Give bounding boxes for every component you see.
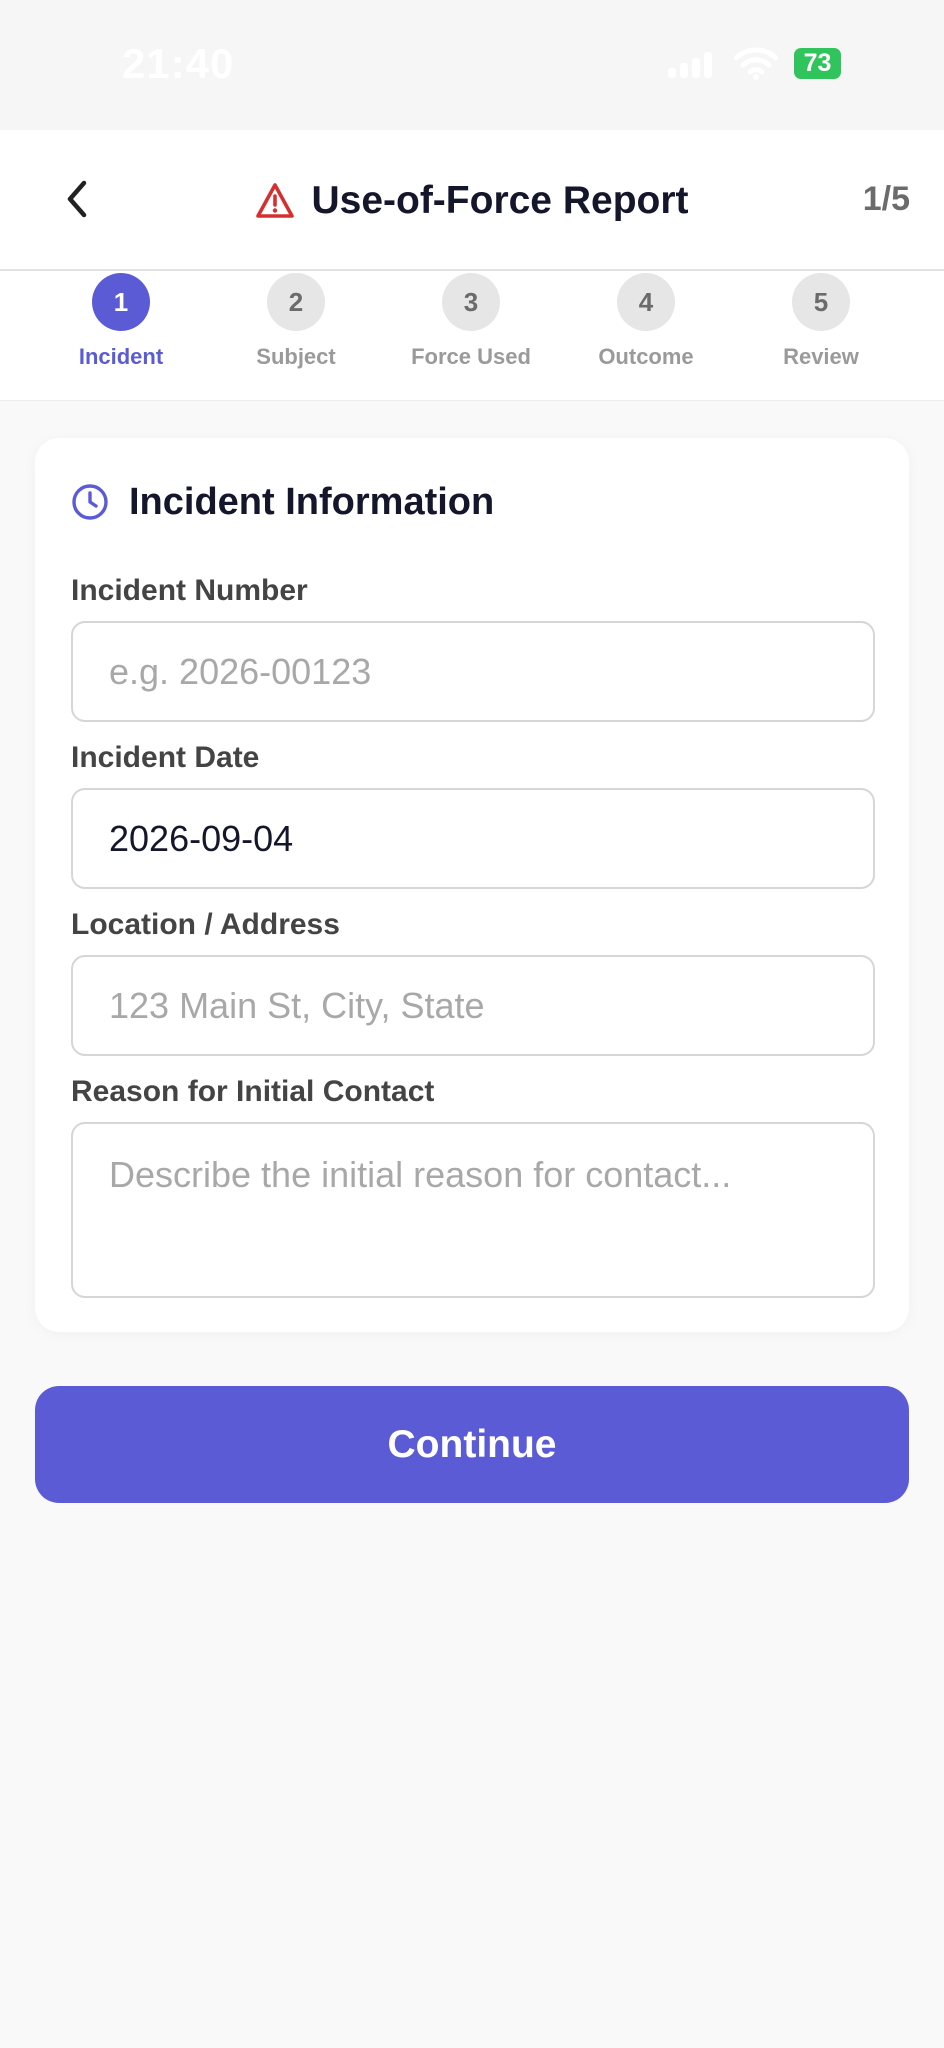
step-number: 2	[267, 273, 325, 331]
step-label: Review	[783, 344, 859, 369]
page-title: Use-of-Force Report	[311, 179, 689, 222]
location-label: Location / Address	[71, 908, 340, 941]
warning-triangle-icon	[256, 183, 295, 218]
step-label: Incident	[78, 344, 164, 369]
incident-date-label: Incident Date	[71, 741, 260, 774]
wifi-icon	[734, 47, 778, 80]
step-counter: 1/5	[862, 180, 910, 218]
header-title-group: Use-of-Force Report	[0, 174, 944, 228]
status-bar: 21:40 73	[0, 0, 944, 130]
status-time: 21:40	[122, 40, 235, 87]
step-outcome[interactable]: 4 Outcome	[566, 273, 726, 370]
step-label: Force Used	[411, 344, 531, 369]
location-input[interactable]	[71, 955, 875, 1056]
incident-information-card: Incident Information Incident Number Inc…	[35, 438, 909, 1332]
app-header: Use-of-Force Report 1/5	[0, 130, 944, 271]
clock-icon	[72, 484, 108, 520]
continue-button[interactable]: Continue	[35, 1386, 909, 1503]
step-incident[interactable]: 1 Incident	[41, 273, 201, 370]
incident-number-input[interactable]	[71, 621, 875, 722]
card-title: Incident Information	[129, 480, 495, 523]
reason-label: Reason for Initial Contact	[71, 1075, 435, 1108]
battery-indicator: 73	[794, 48, 841, 79]
step-subject[interactable]: 2 Subject	[216, 273, 376, 370]
step-label: Subject	[256, 344, 336, 369]
progress-stepper: 1 Incident 2 Subject 3 Force Used 4 Outc…	[0, 271, 944, 401]
incident-number-label: Incident Number	[71, 574, 308, 607]
screen: 21:40 73 Use-of-Force Report 1/5 1 Incid…	[0, 0, 944, 2048]
signal-icon	[668, 52, 714, 78]
step-review[interactable]: 5 Review	[741, 273, 901, 370]
step-label: Outcome	[598, 344, 694, 369]
step-number: 5	[792, 273, 850, 331]
step-number: 3	[442, 273, 500, 331]
reason-textarea[interactable]	[71, 1122, 875, 1298]
card-header: Incident Information	[71, 474, 494, 530]
step-force-used[interactable]: 3 Force Used	[391, 273, 551, 370]
incident-date-input[interactable]	[71, 788, 875, 889]
step-number: 4	[617, 273, 675, 331]
step-number: 1	[92, 273, 150, 331]
